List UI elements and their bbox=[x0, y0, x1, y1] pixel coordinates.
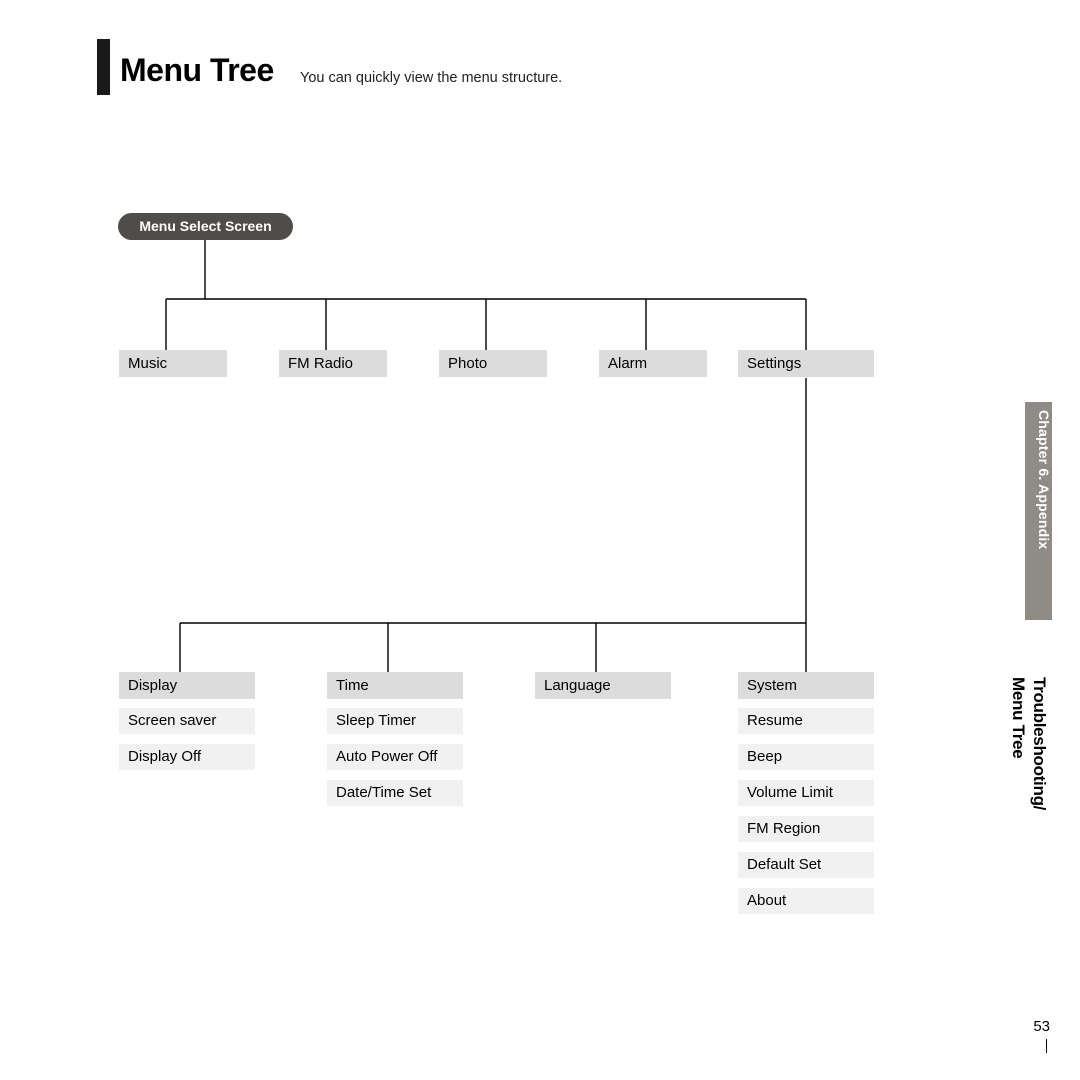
menu-music: Music bbox=[119, 350, 227, 377]
time-date-time-set: Date/Time Set bbox=[327, 780, 463, 806]
system-beep: Beep bbox=[738, 744, 874, 770]
heading-bar bbox=[97, 39, 110, 95]
settings-system: System bbox=[738, 672, 874, 699]
page-subtitle: You can quickly view the menu structure. bbox=[300, 70, 562, 86]
page-title: Menu Tree bbox=[120, 52, 274, 89]
system-default-set: Default Set bbox=[738, 852, 874, 878]
menu-alarm: Alarm bbox=[599, 350, 707, 377]
page-number-rule bbox=[1046, 1039, 1047, 1053]
time-auto-power-off: Auto Power Off bbox=[327, 744, 463, 770]
section-label-menu-tree: Menu Tree bbox=[1008, 677, 1028, 758]
display-screensaver: Screen saver bbox=[119, 708, 255, 734]
settings-language: Language bbox=[535, 672, 671, 699]
root-node: Menu Select Screen bbox=[118, 213, 293, 240]
system-volume-limit: Volume Limit bbox=[738, 780, 874, 806]
settings-time: Time bbox=[327, 672, 463, 699]
system-fm-region: FM Region bbox=[738, 816, 874, 842]
page-number: 53 bbox=[1033, 1018, 1050, 1035]
menu-fm-radio: FM Radio bbox=[279, 350, 387, 377]
settings-display: Display bbox=[119, 672, 255, 699]
system-resume: Resume bbox=[738, 708, 874, 734]
menu-photo: Photo bbox=[439, 350, 547, 377]
section-label-troubleshooting: Troubleshooting/ bbox=[1029, 677, 1049, 810]
time-sleep-timer: Sleep Timer bbox=[327, 708, 463, 734]
system-about: About bbox=[738, 888, 874, 914]
chapter-tab: Chapter 6. Appendix bbox=[1025, 402, 1052, 620]
menu-settings: Settings bbox=[738, 350, 874, 377]
display-off: Display Off bbox=[119, 744, 255, 770]
